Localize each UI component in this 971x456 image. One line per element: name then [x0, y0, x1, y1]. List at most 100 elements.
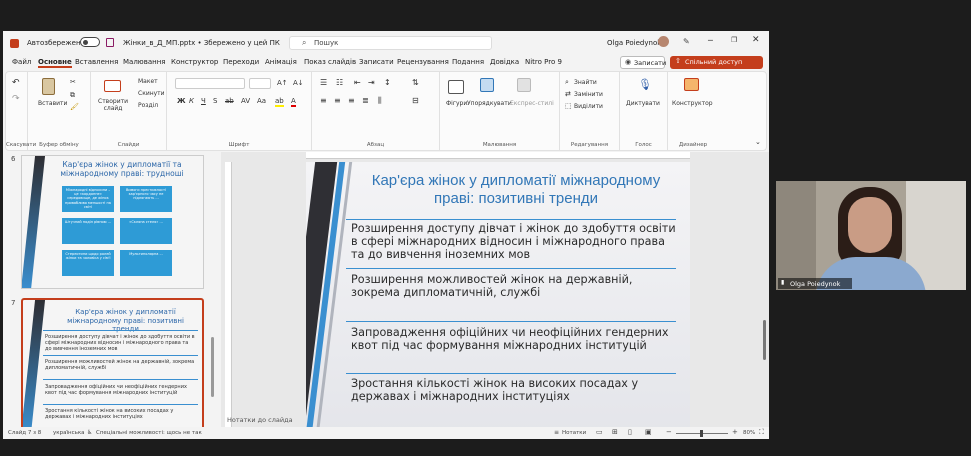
language-indicator[interactable]: українська: [53, 430, 85, 436]
case-icon[interactable]: Aa: [257, 97, 266, 105]
file-name[interactable]: Жінки_в_Д_МП.pptx • Збережено у цей ПК: [123, 39, 280, 47]
zoom-in-icon[interactable]: +: [732, 428, 738, 436]
pen-icon[interactable]: ✎: [683, 37, 690, 46]
find-button[interactable]: Знайти: [574, 79, 597, 86]
numbering-icon[interactable]: ☷: [336, 78, 343, 87]
italic-icon[interactable]: К: [189, 97, 194, 105]
bullets-icon[interactable]: ☰: [320, 78, 327, 87]
new-slide-label[interactable]: Створити слайд: [98, 98, 128, 112]
bold-icon[interactable]: Ж: [177, 97, 186, 105]
search-box[interactable]: ⌕ Пошук: [289, 36, 492, 50]
quick-styles-icon[interactable]: [517, 78, 531, 92]
slide-bullet[interactable]: Розширення доступу дівчат і жінок до здо…: [351, 222, 676, 262]
shadow-icon[interactable]: S: [213, 97, 217, 105]
increase-indent-icon[interactable]: ⇥: [368, 78, 375, 87]
record-button[interactable]: ◉ Записати: [620, 56, 666, 69]
tab-transitions[interactable]: Переходи: [223, 58, 259, 66]
font-color-icon[interactable]: A: [291, 97, 296, 107]
cut-icon[interactable]: ✂: [70, 78, 76, 86]
select-button[interactable]: Виділити: [574, 103, 603, 110]
user-avatar[interactable]: [658, 36, 669, 47]
spacing-icon[interactable]: AV: [241, 97, 250, 105]
shapes-label[interactable]: Фігури: [446, 100, 467, 107]
normal-view-icon[interactable]: ▭: [596, 428, 603, 436]
slide-bullet[interactable]: Зростання кількості жінок на високих пос…: [351, 377, 676, 403]
align-center-icon[interactable]: ≡: [334, 96, 341, 105]
text-direction-icon[interactable]: ⇅: [412, 78, 419, 87]
font-family-dropdown[interactable]: [175, 78, 245, 89]
format-painter-icon[interactable]: 🖌: [70, 103, 79, 111]
thumbnails-scrollbar[interactable]: [211, 337, 214, 397]
autosave-toggle[interactable]: [80, 37, 100, 47]
new-slide-icon[interactable]: [104, 80, 121, 92]
reset-button[interactable]: Скинути: [138, 90, 165, 97]
section-button[interactable]: Розділ: [138, 102, 158, 109]
slide-thumbnail-7-selected[interactable]: Кар'єра жінок у дипломатії міжнародному …: [21, 298, 204, 436]
editor-scrollbar[interactable]: [763, 320, 766, 360]
notes-toggle-icon[interactable]: ≡: [554, 429, 559, 436]
underline-icon[interactable]: Ч: [201, 97, 206, 105]
dictate-label[interactable]: Диктувати: [626, 100, 660, 107]
collapse-ribbon-icon[interactable]: ⌄: [755, 138, 761, 146]
close-button[interactable]: ✕: [752, 35, 760, 45]
zoom-slider[interactable]: [676, 430, 728, 437]
microphone-icon[interactable]: 🎙: [638, 78, 652, 91]
font-size-dropdown[interactable]: [249, 78, 271, 89]
participant-video-tile[interactable]: ▮ Olga Poiedynok: [776, 181, 966, 290]
slide-bullet[interactable]: Розширення можливостей жінок на державні…: [351, 273, 676, 299]
replace-icon[interactable]: ⇄: [565, 90, 571, 98]
tab-draw[interactable]: Малювання: [123, 58, 165, 66]
notes-placeholder[interactable]: Нотатки до слайда: [227, 416, 293, 424]
share-button[interactable]: ⇧ Спільний доступ: [670, 56, 763, 69]
slide-thumbnail-6[interactable]: Кар'єра жінок у дипломатії та міжнародно…: [21, 155, 204, 289]
notes-toggle[interactable]: Нотатки: [562, 430, 586, 436]
line-spacing-icon[interactable]: ↕: [384, 78, 391, 87]
justify-icon[interactable]: ≣: [362, 96, 369, 105]
copy-icon[interactable]: ⧉: [70, 91, 75, 100]
tab-insert[interactable]: Вставлення: [75, 58, 118, 66]
tab-nitro[interactable]: Nitro Pro 9: [525, 58, 562, 66]
strikethrough-icon[interactable]: ab: [225, 97, 234, 105]
highlight-icon[interactable]: ab: [275, 97, 284, 107]
undo-icon[interactable]: ↶: [12, 78, 20, 88]
restore-button[interactable]: ❐: [731, 36, 737, 44]
slide-title[interactable]: Кар'єра жінок у дипломатії міжнародному …: [366, 172, 666, 208]
tab-review[interactable]: Рецензування: [397, 58, 449, 66]
zoom-level[interactable]: 80%: [743, 430, 755, 436]
tab-record[interactable]: Записати: [359, 58, 394, 66]
tab-home[interactable]: Основне: [38, 58, 72, 68]
zoom-slider-thumb[interactable]: [700, 430, 703, 437]
reading-view-icon[interactable]: ▯: [628, 428, 632, 436]
tab-view[interactable]: Подання: [452, 58, 484, 66]
tab-slideshow[interactable]: Показ слайдів: [304, 58, 356, 66]
layout-button[interactable]: Макет: [138, 78, 158, 85]
select-icon[interactable]: ⬚: [565, 102, 572, 110]
shapes-icon[interactable]: [448, 80, 464, 94]
zoom-out-icon[interactable]: −: [666, 428, 672, 436]
accessibility-icon[interactable]: ♿: [87, 429, 92, 436]
minimize-button[interactable]: ─: [708, 36, 713, 45]
current-slide[interactable]: Кар'єра жінок у дипломатії міжнародному …: [306, 162, 690, 437]
align-right-icon[interactable]: ≡: [348, 96, 355, 105]
paste-label[interactable]: Вставити: [38, 100, 67, 107]
user-name[interactable]: Olga Poiedynok: [607, 39, 661, 47]
slide-sorter-icon[interactable]: ⊞: [612, 428, 618, 436]
arrange-label[interactable]: Упорядкувати: [467, 100, 512, 107]
quick-styles-label[interactable]: Експрес-стилі: [510, 100, 554, 107]
tab-animations[interactable]: Анімація: [265, 58, 297, 66]
accessibility-status[interactable]: Спеціальні можливості: щось не так: [96, 430, 202, 436]
slide-bullet[interactable]: Запровадження офіційних чи неофіційних г…: [351, 326, 676, 352]
increase-font-icon[interactable]: A↑: [277, 79, 288, 87]
paste-icon[interactable]: [42, 78, 55, 95]
tab-help[interactable]: Довідка: [490, 58, 519, 66]
fit-to-window-icon[interactable]: ⛶: [759, 428, 764, 437]
save-icon[interactable]: [106, 38, 114, 47]
decrease-indent-icon[interactable]: ⇤: [354, 78, 361, 87]
decrease-font-icon[interactable]: A↓: [293, 79, 304, 87]
designer-icon[interactable]: [684, 78, 699, 91]
align-text-icon[interactable]: ⊟: [412, 96, 419, 105]
designer-label[interactable]: Конструктор: [672, 100, 713, 107]
columns-icon[interactable]: ⫼: [378, 96, 382, 106]
find-icon[interactable]: ⌕: [565, 78, 569, 87]
arrange-icon[interactable]: [480, 78, 494, 92]
